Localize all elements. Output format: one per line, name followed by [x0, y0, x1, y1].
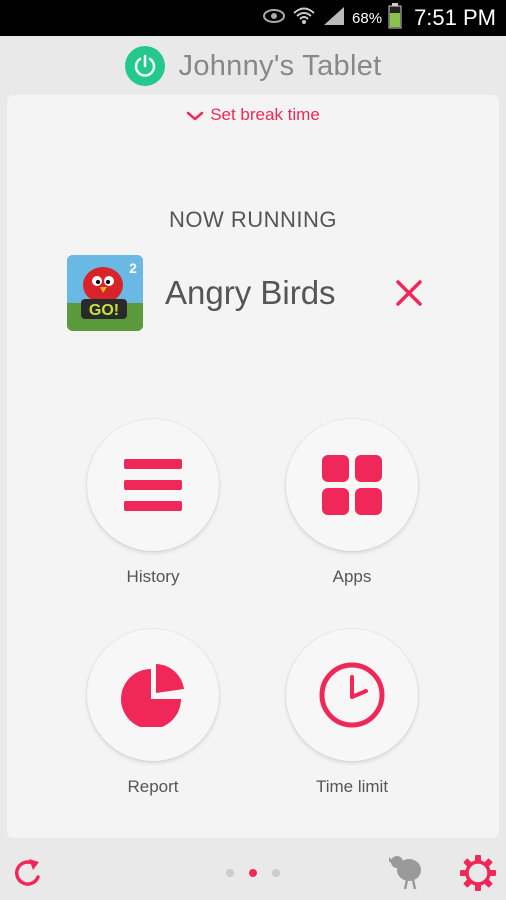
status-bar: 68% 7:51 PM: [0, 0, 506, 36]
history-button[interactable]: [87, 419, 219, 551]
time-limit-label: Time limit: [315, 777, 389, 796]
page-indicator-dot-active: [249, 869, 257, 877]
svg-text:GO!: GO!: [89, 302, 119, 319]
report-button[interactable]: [87, 629, 219, 761]
set-break-time-label: Set break time: [210, 105, 320, 124]
apps-label: Apps: [332, 567, 372, 586]
power-icon: [134, 54, 155, 77]
time-limit-button[interactable]: [286, 629, 418, 761]
page-indicator-dot: [272, 869, 280, 877]
close-icon: [396, 280, 422, 306]
power-button[interactable]: [124, 46, 165, 86]
svg-text:2: 2: [129, 260, 137, 276]
clock: 7:51 PM: [414, 5, 496, 30]
chevron-down-icon: [186, 111, 204, 120]
eye-icon: [262, 7, 286, 30]
main-card: Set break time NOW RUNNING GO! 2 Angry B…: [7, 95, 499, 838]
settings-button[interactable]: [459, 854, 497, 897]
kiwi-bird-icon: [385, 855, 421, 890]
status-icons: 68% 7:51 PM: [262, 0, 496, 36]
running-app-row: GO! 2 Angry Birds: [67, 255, 427, 331]
stop-app-button[interactable]: [391, 275, 427, 311]
apps-tile[interactable]: Apps: [286, 419, 418, 589]
kiwi-button[interactable]: [385, 855, 425, 896]
bottom-bar: [0, 845, 506, 900]
history-tile[interactable]: History: [87, 419, 219, 589]
wifi-icon: [292, 5, 316, 32]
list-icon: [124, 459, 182, 511]
battery-icon: [388, 2, 402, 34]
refresh-icon: [15, 859, 40, 886]
history-label: History: [126, 567, 180, 586]
battery-percent: 68%: [352, 9, 383, 27]
page-indicator-dot: [226, 869, 234, 877]
clock-icon: [319, 662, 385, 728]
apps-button[interactable]: [286, 419, 418, 551]
set-break-time-button[interactable]: Set break time: [7, 105, 499, 125]
report-tile[interactable]: Report: [87, 629, 219, 799]
signal-icon: [322, 5, 346, 32]
device-title: Johnny's Tablet: [178, 49, 382, 82]
time-limit-tile[interactable]: Time limit: [286, 629, 418, 799]
grid-icon: [322, 455, 382, 515]
angry-birds-app-icon: GO! 2: [67, 255, 143, 331]
refresh-button[interactable]: [12, 857, 44, 894]
now-running-heading: NOW RUNNING: [168, 207, 338, 232]
pie-chart-icon: [121, 664, 184, 727]
gear-icon: [460, 855, 496, 891]
report-label: Report: [127, 777, 179, 796]
running-app-name: Angry Birds: [165, 274, 336, 311]
title-bar: Johnny's Tablet: [0, 36, 506, 96]
